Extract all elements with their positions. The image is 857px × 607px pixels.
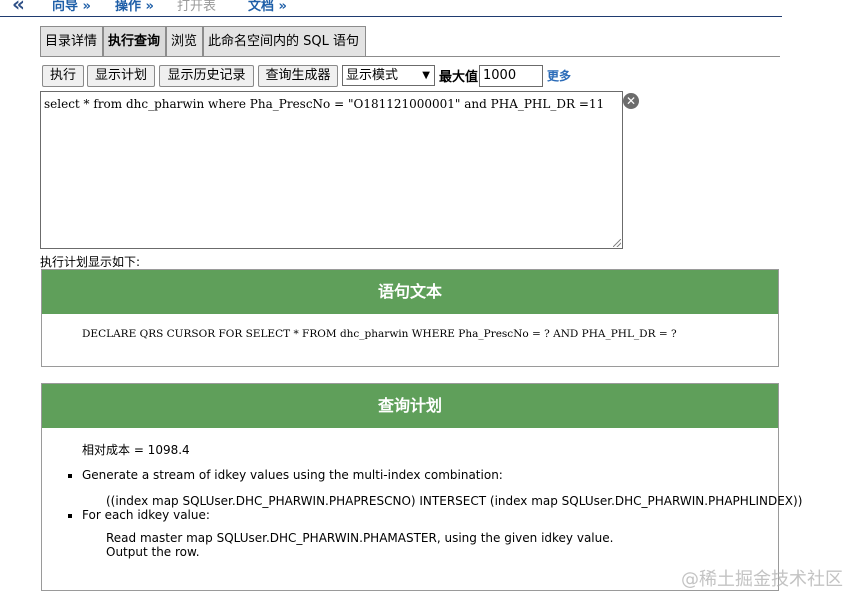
plan-step: For each idkey value: Read master map SQ… bbox=[82, 508, 802, 559]
tab-namespace-sql[interactable]: 此命名空间内的 SQL 语句 bbox=[203, 26, 366, 56]
plan-step: Generate a stream of idkey values using … bbox=[82, 468, 802, 508]
tab-catalog-details[interactable]: 目录详情 bbox=[40, 26, 103, 56]
query-builder-button[interactable]: 查询生成器 bbox=[258, 65, 338, 87]
back-chevron-icon[interactable]: « bbox=[12, 0, 25, 16]
watermark: @稀土掘金技术社区 bbox=[681, 569, 843, 590]
nav-link-open-table: 打开表 bbox=[177, 0, 217, 14]
tab-divider bbox=[40, 56, 780, 57]
select-caret-icon: ▼ bbox=[422, 70, 430, 81]
execute-button[interactable]: 执行 bbox=[42, 65, 84, 87]
resize-grip-icon[interactable] bbox=[613, 239, 621, 247]
display-mode-value: 显示模式 bbox=[346, 68, 399, 83]
clear-icon[interactable]: ✕ bbox=[623, 93, 639, 109]
plan-step-detail: ((index map SQLUser.DHC_PHARWIN.PHAPRESC… bbox=[106, 494, 803, 508]
tab-execute-query[interactable]: 执行查询 bbox=[103, 26, 166, 56]
nav-link-wizard[interactable]: 向导 » bbox=[52, 0, 91, 14]
query-plan-panel: 查询计划 相对成本 = 1098.4 Generate a stream of … bbox=[41, 383, 802, 591]
sql-text: select * from dhc_pharwin where Pha_Pres… bbox=[44, 97, 605, 111]
statement-text: DECLARE QRS CURSOR FOR SELECT * FROM dhc… bbox=[82, 328, 677, 340]
tab-browse[interactable]: 浏览 bbox=[166, 26, 203, 56]
more-link[interactable]: 更多 bbox=[547, 67, 571, 84]
show-history-button[interactable]: 显示历史记录 bbox=[159, 65, 254, 87]
nav-link-docs[interactable]: 文档 » bbox=[248, 0, 287, 14]
statement-panel-title: 语句文本 bbox=[42, 270, 778, 314]
statement-panel: 语句文本 DECLARE QRS CURSOR FOR SELECT * FRO… bbox=[41, 269, 779, 367]
max-rows-label: 最大值 bbox=[439, 70, 479, 85]
display-mode-select[interactable]: 显示模式 ▼ bbox=[342, 65, 435, 86]
nav-link-actions[interactable]: 操作 » bbox=[115, 0, 154, 14]
max-rows-input[interactable]: 1000 bbox=[479, 65, 543, 87]
query-plan-panel-title: 查询计划 bbox=[42, 384, 778, 428]
relative-cost: 相对成本 = 1098.4 bbox=[82, 443, 190, 457]
plan-step-detail: Output the row. bbox=[106, 545, 200, 559]
plan-step-detail: Read master map SQLUser.DHC_PHARWIN.PHAM… bbox=[106, 531, 614, 545]
show-plan-button[interactable]: 显示计划 bbox=[87, 65, 155, 87]
plan-step-text: Generate a stream of idkey values using … bbox=[82, 468, 503, 482]
top-nav: « 向导 » 操作 » 打开表 文档 » bbox=[0, 0, 782, 17]
sql-textarea[interactable]: select * from dhc_pharwin where Pha_Pres… bbox=[40, 91, 623, 249]
plan-caption: 执行计划显示如下: bbox=[40, 255, 141, 269]
plan-step-text: For each idkey value: bbox=[82, 508, 210, 522]
plan-steps: Generate a stream of idkey values using … bbox=[68, 468, 802, 559]
